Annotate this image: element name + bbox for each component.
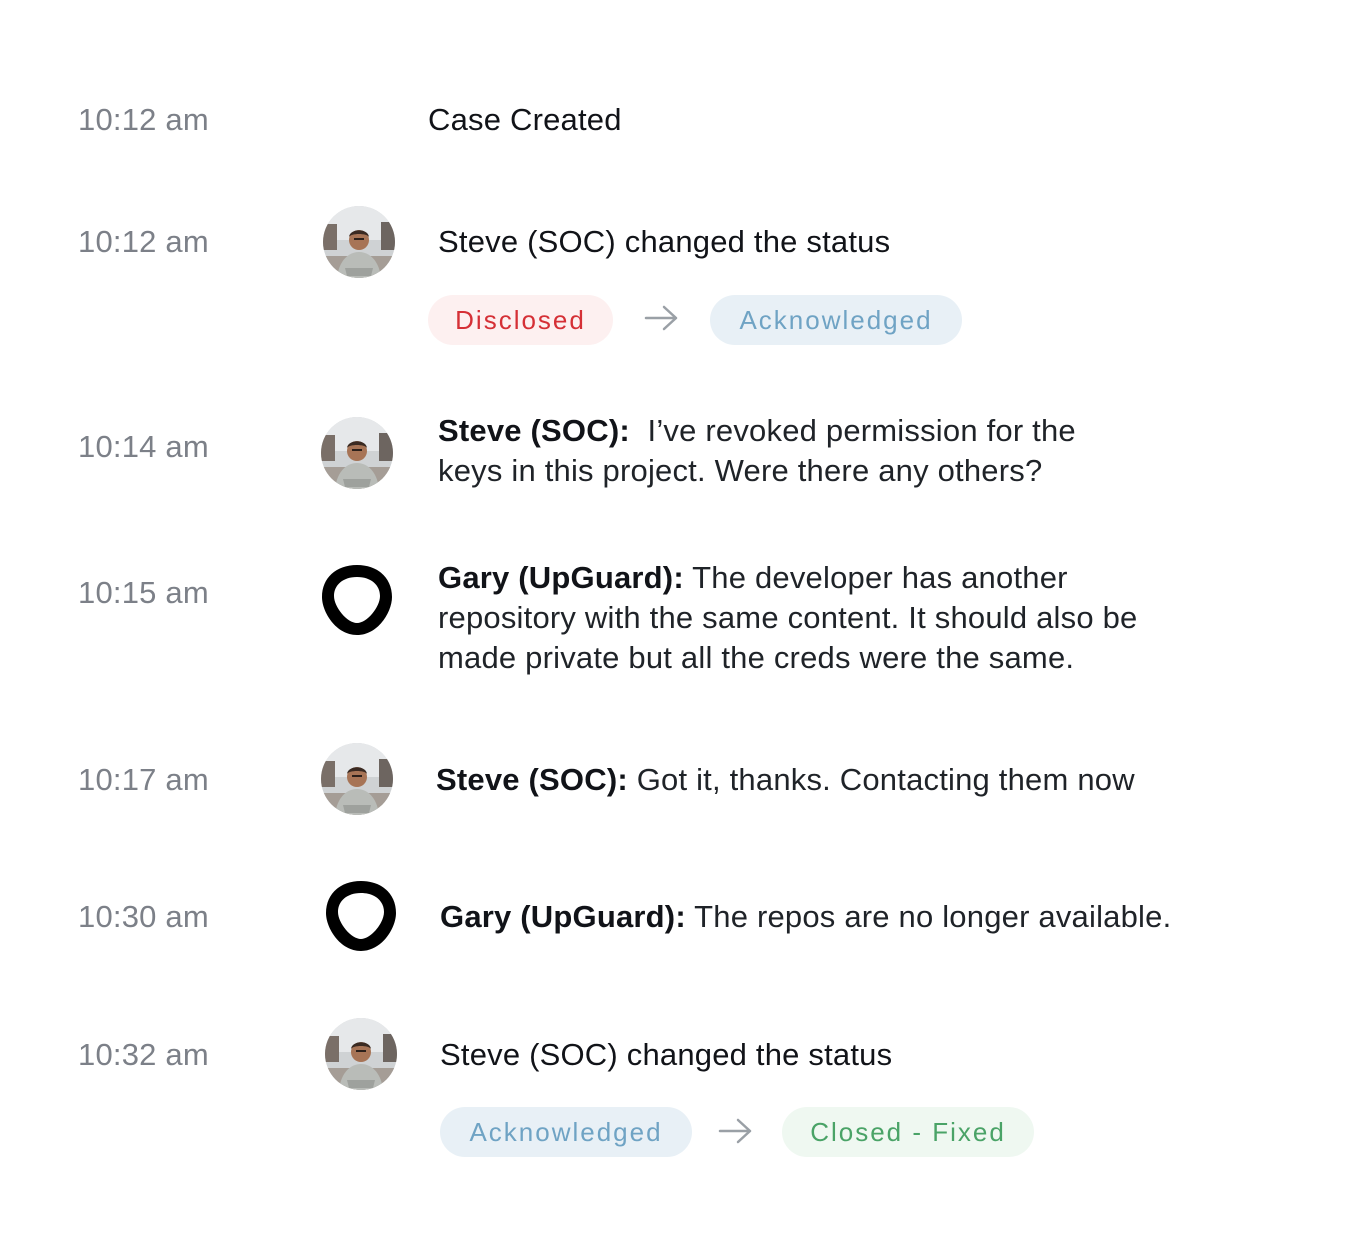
status-badge-from: Disclosed: [428, 295, 613, 345]
event-time: 10:17 am: [78, 762, 209, 797]
upguard-logo-icon[interactable]: [321, 564, 393, 636]
author-name: Gary (UpGuard):: [438, 560, 684, 595]
status-badge-to: Closed - Fixed: [782, 1107, 1034, 1157]
status-badge-from: Acknowledged: [440, 1107, 692, 1157]
event-time: 10:12 am: [78, 102, 209, 137]
message-text: Gary (UpGuard): The repos are no longer …: [440, 897, 1171, 937]
event-case-created: Case Created: [428, 102, 622, 137]
message-line: The developer has another: [692, 560, 1068, 595]
message-line: The repos are no longer available.: [694, 899, 1172, 934]
event-time: 10:32 am: [78, 1037, 209, 1072]
author-name: Steve (SOC):: [436, 762, 628, 797]
status-change-line: Steve (SOC) changed the status: [440, 1035, 892, 1075]
message-line: made private but all the creds were the …: [438, 640, 1075, 675]
event-time: 10:14 am: [78, 429, 209, 464]
message-text: Steve (SOC): Got it, thanks. Contacting …: [436, 760, 1135, 800]
arrow-right-icon: [644, 303, 680, 333]
upguard-logo-icon[interactable]: [325, 880, 397, 952]
message-text: Steve (SOC): I’ve revoked permission for…: [438, 411, 1076, 491]
status-change-text: changed the status: [626, 1037, 893, 1072]
message-line: keys in this project. Were there any oth…: [438, 453, 1043, 488]
steve-avatar-icon: [325, 1018, 397, 1090]
steve-avatar-icon: [323, 206, 395, 278]
message-line: repository with the same content. It sho…: [438, 600, 1138, 635]
author-name: Gary (UpGuard):: [440, 899, 686, 934]
message-line: Got it, thanks. Contacting them now: [636, 762, 1135, 797]
steve-avatar-icon: [321, 743, 393, 815]
event-time: 10:15 am: [78, 575, 209, 610]
event-time: 10:30 am: [78, 899, 209, 934]
steve-avatar[interactable]: [323, 206, 395, 278]
status-change-line: Steve (SOC) changed the status: [438, 222, 890, 262]
event-time: 10:12 am: [78, 224, 209, 259]
steve-avatar[interactable]: [321, 417, 393, 489]
author-name: Steve (SOC): [438, 224, 616, 259]
message-line: I’ve revoked permission for the: [647, 413, 1076, 448]
arrow-right-icon: [718, 1116, 754, 1146]
author-name: Steve (SOC):: [438, 413, 630, 448]
status-badge-to: Acknowledged: [710, 295, 962, 345]
author-name: Steve (SOC): [440, 1037, 618, 1072]
steve-avatar[interactable]: [321, 743, 393, 815]
steve-avatar[interactable]: [325, 1018, 397, 1090]
status-change-text: changed the status: [624, 224, 891, 259]
message-text: Gary (UpGuard): The developer has anothe…: [438, 558, 1137, 678]
steve-avatar-icon: [321, 417, 393, 489]
